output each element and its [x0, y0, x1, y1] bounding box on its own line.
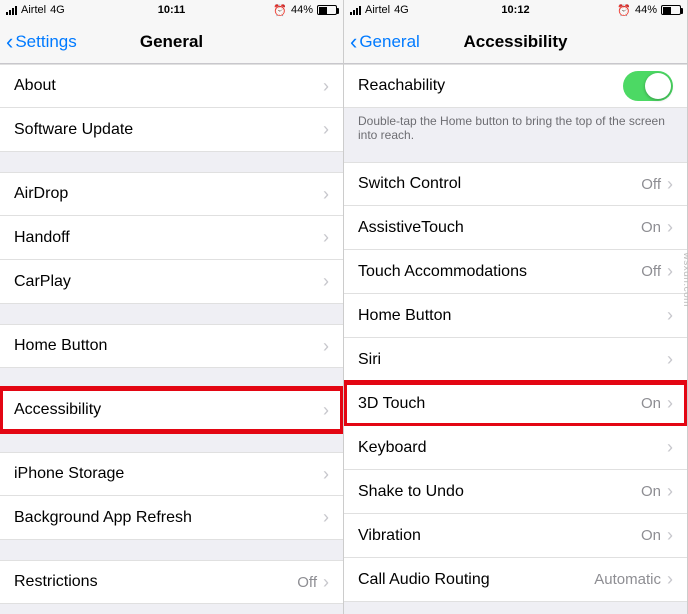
back-button[interactable]: ‹ Settings — [0, 31, 77, 53]
battery-icon — [661, 5, 681, 15]
alarm-icon: ⏰ — [273, 4, 287, 17]
chevron-right-icon: › — [323, 464, 329, 485]
chevron-right-icon: › — [667, 437, 673, 458]
back-button[interactable]: ‹ General — [344, 31, 420, 53]
status-time: 10:12 — [501, 4, 529, 16]
alarm-icon: ⏰ — [617, 4, 631, 17]
nav-bar: ‹ General Accessibility — [344, 20, 687, 64]
chevron-right-icon: › — [323, 271, 329, 292]
chevron-right-icon: › — [323, 507, 329, 528]
row-handoff[interactable]: Handoff› — [0, 216, 343, 260]
chevron-right-icon: › — [323, 76, 329, 97]
chevron-right-icon: › — [667, 525, 673, 546]
chevron-right-icon: › — [667, 305, 673, 326]
chevron-right-icon: › — [323, 119, 329, 140]
row-home-button[interactable]: Home Button› — [344, 294, 687, 338]
reachability-toggle[interactable] — [623, 71, 673, 101]
watermark: wsxdn.com — [682, 252, 688, 307]
row-accessibility[interactable]: Accessibility› — [0, 388, 343, 432]
row-reachability[interactable]: Reachability — [344, 64, 687, 108]
section-hearing: HEARING — [344, 602, 687, 614]
carrier-label: Airtel — [365, 4, 390, 16]
chevron-right-icon: › — [323, 227, 329, 248]
carrier-label: Airtel — [21, 4, 46, 16]
chevron-right-icon: › — [323, 400, 329, 421]
screen-general: Airtel 4G 10:11 ⏰ 44% ‹ Settings General… — [0, 0, 344, 614]
row-call-audio-routing[interactable]: Call Audio RoutingAutomatic› — [344, 558, 687, 602]
row-background-app-refresh[interactable]: Background App Refresh› — [0, 496, 343, 540]
row-restrictions[interactable]: RestrictionsOff› — [0, 560, 343, 604]
row-keyboard[interactable]: Keyboard› — [344, 426, 687, 470]
row-home-button[interactable]: Home Button› — [0, 324, 343, 368]
chevron-right-icon: › — [667, 481, 673, 502]
battery-pct: 44% — [291, 4, 313, 16]
chevron-right-icon: › — [667, 174, 673, 195]
nav-bar: ‹ Settings General — [0, 20, 343, 64]
status-time: 10:11 — [158, 4, 186, 16]
back-label: General — [359, 32, 419, 52]
row-software-update[interactable]: Software Update› — [0, 108, 343, 152]
page-title: Accessibility — [464, 32, 568, 52]
row-touch-accommodations[interactable]: Touch AccommodationsOff› — [344, 250, 687, 294]
row-airdrop[interactable]: AirDrop› — [0, 172, 343, 216]
signal-icon — [6, 5, 17, 15]
chevron-right-icon: › — [667, 217, 673, 238]
row-carplay[interactable]: CarPlay› — [0, 260, 343, 304]
signal-icon — [350, 5, 361, 15]
row-3d-touch[interactable]: 3D TouchOn› — [344, 382, 687, 426]
back-label: Settings — [15, 32, 76, 52]
screen-accessibility: Airtel 4G 10:12 ⏰ 44% ‹ General Accessib… — [344, 0, 688, 614]
chevron-right-icon: › — [323, 336, 329, 357]
chevron-right-icon: › — [667, 393, 673, 414]
status-bar: Airtel 4G 10:12 ⏰ 44% — [344, 0, 687, 20]
network-label: 4G — [50, 4, 65, 16]
chevron-right-icon: › — [323, 184, 329, 205]
page-title: General — [140, 32, 203, 52]
row-shake-to-undo[interactable]: Shake to UndoOn› — [344, 470, 687, 514]
settings-list[interactable]: Reachability Double-tap the Home button … — [344, 64, 687, 614]
row-vibration[interactable]: VibrationOn› — [344, 514, 687, 558]
chevron-right-icon: › — [667, 349, 673, 370]
settings-list[interactable]: About› Software Update› AirDrop› Handoff… — [0, 64, 343, 614]
network-label: 4G — [394, 4, 409, 16]
chevron-left-icon: ‹ — [350, 31, 357, 53]
battery-icon — [317, 5, 337, 15]
status-bar: Airtel 4G 10:11 ⏰ 44% — [0, 0, 343, 20]
chevron-left-icon: ‹ — [6, 31, 13, 53]
row-iphone-storage[interactable]: iPhone Storage› — [0, 452, 343, 496]
chevron-right-icon: › — [667, 569, 673, 590]
row-about[interactable]: About› — [0, 64, 343, 108]
row-assistivetouch[interactable]: AssistiveTouchOn› — [344, 206, 687, 250]
battery-pct: 44% — [635, 4, 657, 16]
row-siri[interactable]: Siri› — [344, 338, 687, 382]
chevron-right-icon: › — [667, 261, 673, 282]
chevron-right-icon: › — [323, 572, 329, 593]
row-switch-control[interactable]: Switch ControlOff› — [344, 162, 687, 206]
reachability-footer: Double-tap the Home button to bring the … — [344, 108, 687, 142]
